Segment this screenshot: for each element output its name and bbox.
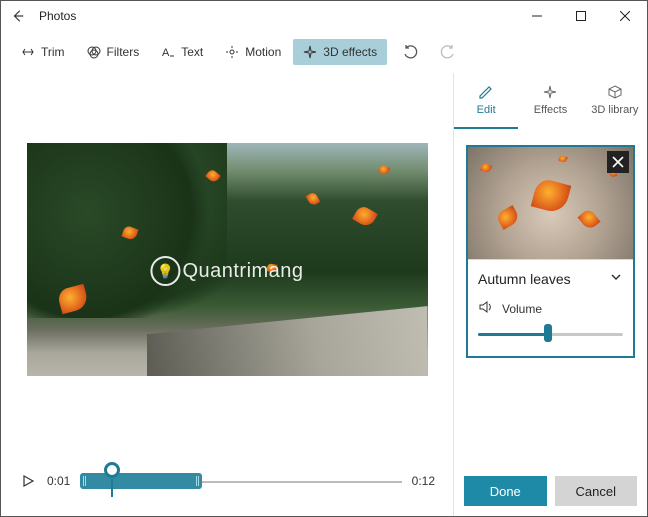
cube-icon — [607, 84, 623, 100]
text-label: Text — [181, 45, 203, 59]
filters-label: Filters — [107, 45, 140, 59]
side-panel: Edit Effects 3D library — [453, 73, 647, 516]
effect-thumbnail[interactable] — [468, 147, 633, 259]
main-area: 💡 Quantrimang 0:01 0: — [1, 73, 647, 516]
effect-name-row[interactable]: Autumn leaves — [468, 259, 633, 297]
svg-text:A: A — [162, 47, 170, 59]
time-current: 0:01 — [47, 474, 70, 488]
done-button[interactable]: Done — [464, 476, 547, 506]
maximize-button[interactable] — [559, 1, 603, 31]
effects-icon — [542, 84, 558, 100]
close-button[interactable] — [603, 1, 647, 31]
timeline-track[interactable] — [80, 466, 401, 496]
playhead[interactable] — [104, 462, 120, 478]
motion-label: Motion — [245, 45, 281, 59]
clip-start-handle[interactable] — [83, 476, 86, 486]
toolbar: Trim Filters A Text Motion 3D effects — [1, 31, 647, 73]
motion-tool[interactable]: Motion — [215, 39, 291, 65]
trim-tool[interactable]: Trim — [11, 39, 75, 65]
window-controls — [515, 1, 647, 31]
volume-label: Volume — [502, 302, 542, 316]
time-duration: 0:12 — [412, 474, 435, 488]
bulb-icon: 💡 — [150, 256, 180, 286]
panel-body: Autumn leaves Volume — [454, 129, 647, 466]
3d-effects-label: 3D effects — [323, 45, 377, 59]
undo-button[interactable] — [397, 39, 423, 65]
minimize-button[interactable] — [515, 1, 559, 31]
effect-clip[interactable] — [80, 473, 202, 489]
filters-tool[interactable]: Filters — [77, 39, 150, 65]
speaker-icon[interactable] — [478, 299, 494, 318]
footer: Done Cancel — [454, 466, 647, 516]
text-tool[interactable]: A Text — [151, 39, 213, 65]
trim-icon — [21, 45, 35, 59]
motion-icon — [225, 45, 239, 59]
clip-end-handle[interactable] — [196, 476, 199, 486]
effect-card: Autumn leaves Volume — [466, 145, 635, 358]
watermark: 💡 Quantrimang — [150, 256, 303, 286]
volume-row: Volume — [468, 297, 633, 324]
trim-label: Trim — [41, 45, 65, 59]
volume-slider[interactable] — [478, 324, 623, 342]
side-tabs: Edit Effects 3D library — [454, 73, 647, 129]
cancel-button[interactable]: Cancel — [555, 476, 638, 506]
filters-icon — [87, 45, 101, 59]
close-icon — [612, 156, 624, 168]
play-button[interactable] — [19, 472, 37, 490]
3d-effects-tool[interactable]: 3D effects — [293, 39, 387, 65]
app-window: Photos Trim Filters A Text Motion 3D eff… — [0, 0, 648, 517]
redo-button[interactable] — [435, 39, 461, 65]
pencil-icon — [478, 84, 494, 100]
video-preview[interactable]: 💡 Quantrimang — [27, 143, 428, 376]
text-icon: A — [161, 45, 175, 59]
effect-name: Autumn leaves — [478, 271, 571, 287]
sparkle-icon — [303, 45, 317, 59]
back-button[interactable] — [7, 5, 29, 27]
tab-effects[interactable]: Effects — [518, 73, 582, 129]
tab-edit[interactable]: Edit — [454, 73, 518, 129]
remove-effect-button[interactable] — [607, 151, 629, 173]
title-bar: Photos — [1, 1, 647, 31]
tab-3d-library[interactable]: 3D library — [583, 73, 647, 129]
chevron-down-icon — [609, 270, 623, 287]
stage: 💡 Quantrimang 0:01 0: — [1, 73, 453, 516]
timeline: 0:01 0:12 — [15, 466, 439, 502]
slider-thumb[interactable] — [544, 324, 552, 342]
app-title: Photos — [39, 9, 76, 23]
